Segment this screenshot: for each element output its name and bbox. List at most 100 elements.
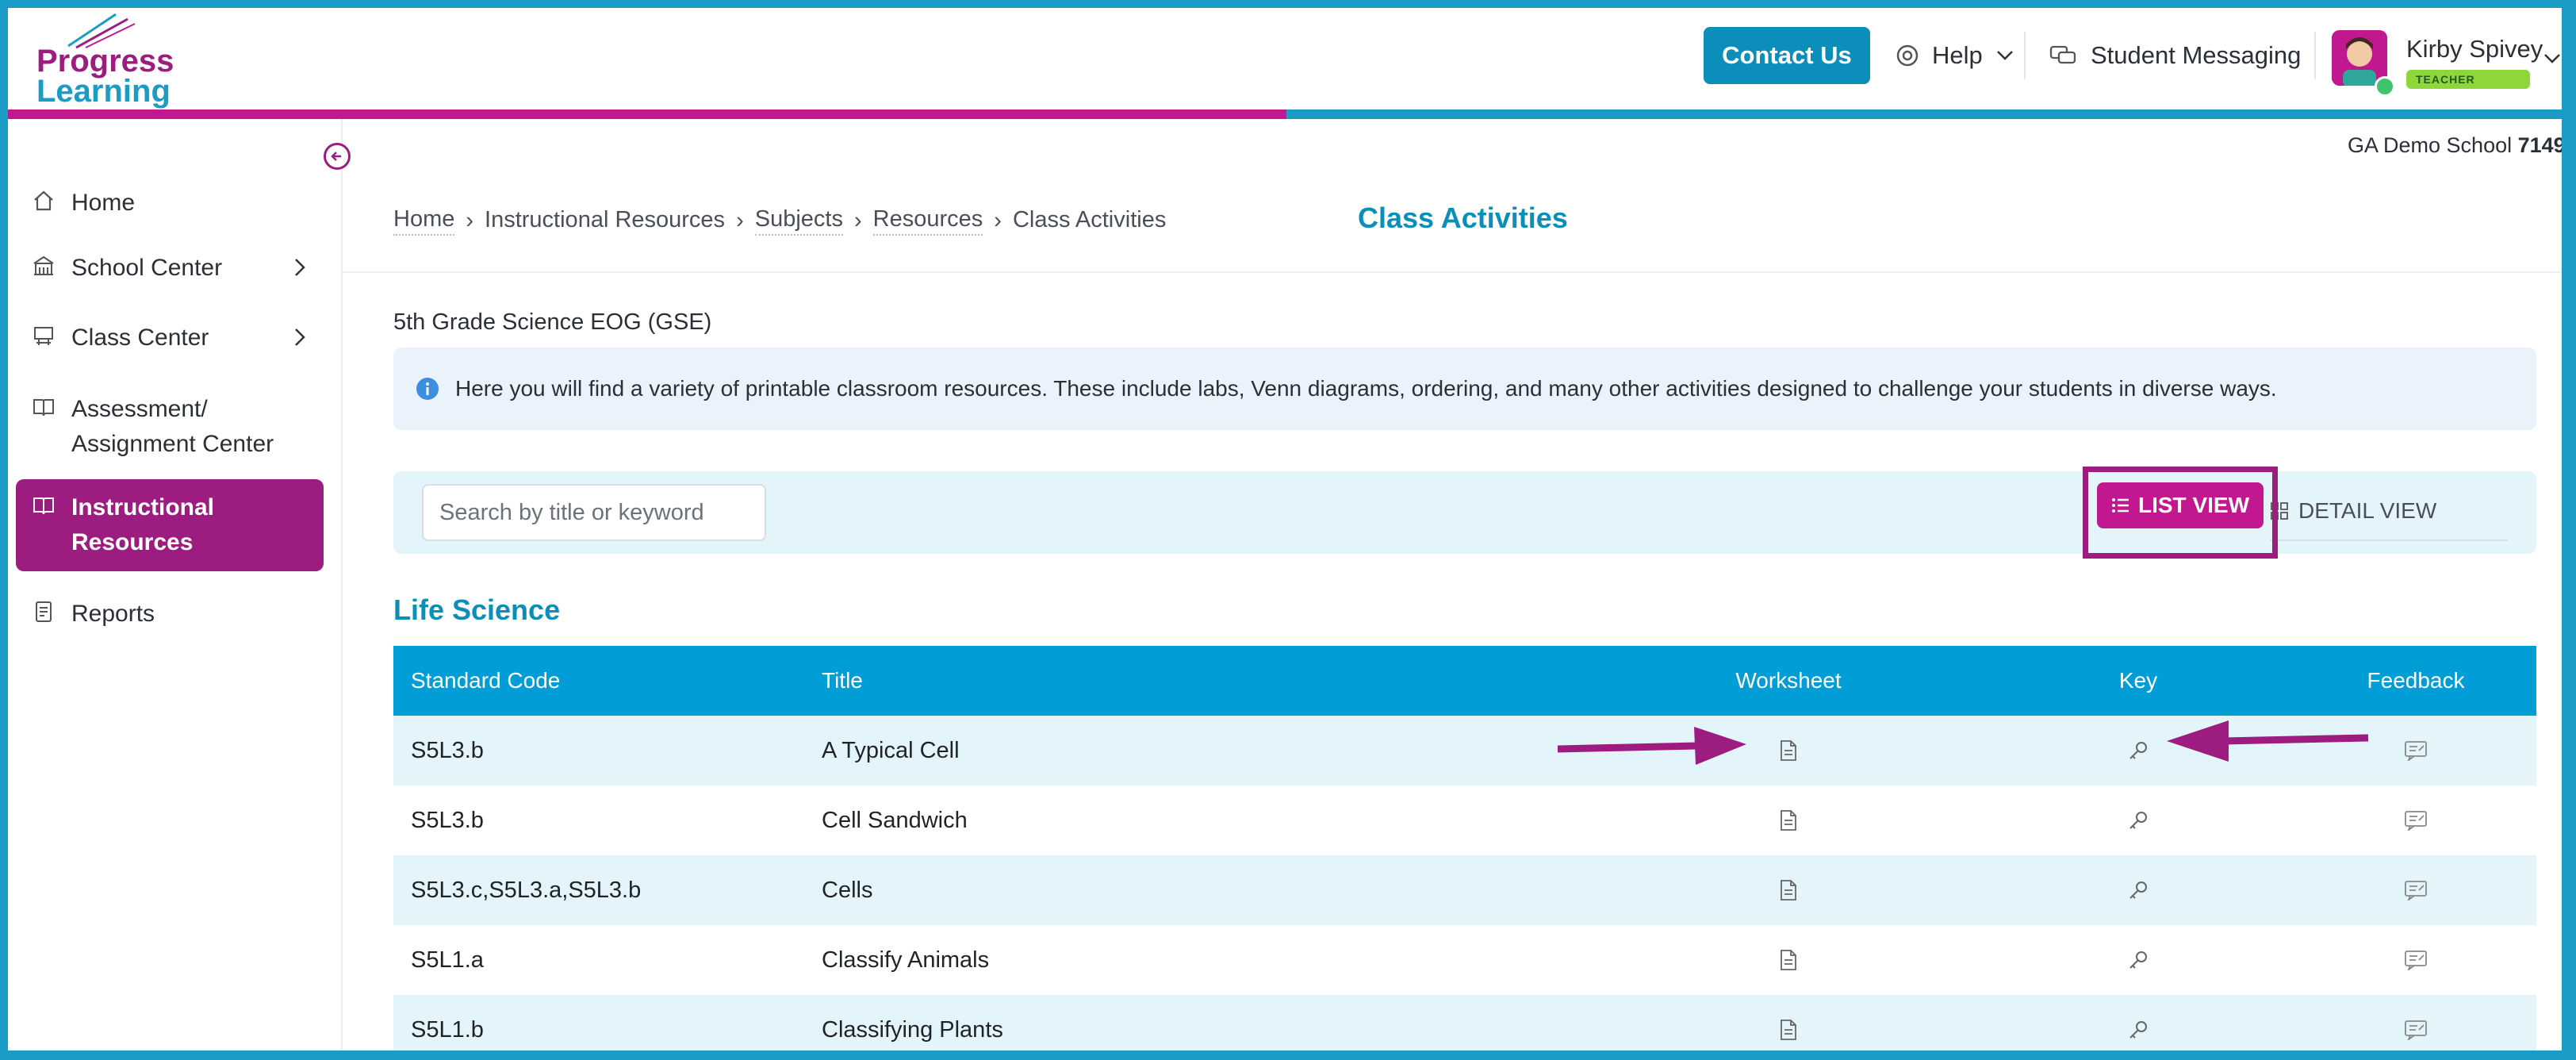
worksheet-link[interactable] <box>1713 949 1864 971</box>
school-icon <box>33 255 54 275</box>
sidebar-item-class-center[interactable]: Class Center <box>16 321 324 355</box>
list-view-button[interactable]: LIST VIEW <box>2097 482 2264 528</box>
breadcrumb-subjects[interactable]: Subjects <box>754 206 843 236</box>
sidebar-item-label: Instructional Resources <box>71 494 215 555</box>
home-icon <box>34 190 53 211</box>
messaging-label: Student Messaging <box>2091 41 2302 69</box>
info-text: Here you will find a variety of printabl… <box>455 376 2277 401</box>
arrow-to-key-icon <box>2167 720 2369 762</box>
class-icon <box>34 327 53 345</box>
document-icon <box>1781 810 1796 831</box>
worksheet-link[interactable] <box>1713 879 1864 901</box>
feedback-icon <box>2405 811 2427 831</box>
progress-learning-logo[interactable]: Progress Learning <box>21 11 174 107</box>
worksheet-link[interactable] <box>1713 1019 1864 1041</box>
info-icon <box>416 378 439 400</box>
search-input[interactable] <box>422 484 766 541</box>
breadcrumb-bar: Home › Instructional Resources › Subject… <box>343 182 2562 273</box>
header-title: Title <box>822 668 863 693</box>
chevron-right-icon <box>295 328 305 346</box>
key-icon <box>2129 881 2147 899</box>
answer-key-link[interactable] <box>2091 1019 2186 1041</box>
key-icon <box>2129 1021 2147 1039</box>
breadcrumb-separator: › <box>466 208 474 233</box>
feedback-link[interactable] <box>2344 950 2487 970</box>
table-row: S5L1.b Classifying Plants <box>393 995 2536 1050</box>
table-row: S5L1.a Classify Animals <box>393 925 2536 995</box>
chevron-right-icon <box>295 259 305 276</box>
help-menu[interactable]: Help <box>1896 32 2014 79</box>
worksheet-link[interactable] <box>1713 809 1864 831</box>
table-header: Standard Code Title Worksheet Key Feedba… <box>393 646 2536 716</box>
header-divider <box>2314 32 2316 79</box>
sidebar-item-reports[interactable]: Reports <box>16 597 324 632</box>
chat-icon <box>2049 45 2076 64</box>
document-icon <box>1781 1020 1796 1040</box>
brand-strip <box>8 109 2562 119</box>
breadcrumb-home[interactable]: Home <box>393 206 455 236</box>
feedback-icon <box>2405 951 2427 970</box>
school-id: 7149 <box>2517 133 2562 157</box>
header-feedback: Feedback <box>2367 668 2465 693</box>
open-book-icon <box>33 497 54 515</box>
header-divider <box>2024 32 2026 79</box>
standard-code: S5L1.a <box>411 947 484 973</box>
standard-code: S5L3.c,S5L3.a,S5L3.b <box>411 877 642 903</box>
logo-line-1: Progress <box>36 44 174 79</box>
sidebar-item-school-center[interactable]: School Center <box>16 251 324 286</box>
document-icon <box>1781 880 1796 901</box>
student-messaging-link[interactable]: Student Messaging <box>2049 32 2301 79</box>
header-key: Key <box>2118 668 2158 693</box>
activity-title: Classify Animals <box>822 947 990 973</box>
user-role-badge: TEACHER <box>2406 70 2530 89</box>
feedback-icon <box>2405 1020 2427 1040</box>
user-menu[interactable]: Kirby Spivey TEACHER <box>2327 21 2562 97</box>
sidebar-item-home[interactable]: Home <box>16 186 324 221</box>
feedback-link[interactable] <box>2344 880 2487 901</box>
key-icon <box>2129 951 2147 969</box>
breadcrumb-resources[interactable]: Resources <box>872 206 983 236</box>
feedback-link[interactable] <box>2344 810 2487 831</box>
detail-view-button[interactable]: DETAIL VIEW <box>2270 482 2508 541</box>
table-row: S5L3.c,S5L3.a,S5L3.b Cells <box>393 855 2536 925</box>
activity-title: Classifying Plants <box>822 1016 1003 1043</box>
activity-title: A Typical Cell <box>822 737 960 763</box>
breadcrumb-separator: › <box>853 208 862 233</box>
answer-key-link[interactable] <box>2091 879 2186 901</box>
chevron-down-icon <box>1996 51 2013 60</box>
document-icon <box>1781 950 1796 970</box>
help-label: Help <box>1932 41 1983 69</box>
standard-code: S5L1.b <box>411 1016 484 1043</box>
app-window: Progress Learning Contact Us Help Studen… <box>8 8 2562 1050</box>
book-icon <box>33 399 54 417</box>
activities-table: Standard Code Title Worksheet Key Feedba… <box>393 646 2536 1050</box>
school-name: GA Demo School <box>2348 133 2513 157</box>
user-name: Kirby Spivey <box>2406 35 2543 63</box>
feedback-link[interactable] <box>2344 1020 2487 1040</box>
breadcrumb: Home › Instructional Resources › Subject… <box>393 206 1166 236</box>
sidebar-item-label: Reports <box>71 601 155 627</box>
list-view-label: LIST VIEW <box>2138 493 2249 517</box>
breadcrumb-separator: › <box>736 208 744 233</box>
standard-code: S5L3.b <box>411 807 484 833</box>
sidebar-item-label: Assessment/ Assignment Center <box>71 396 274 457</box>
feedback-icon <box>2405 741 2427 761</box>
document-icon <box>1781 740 1796 761</box>
answer-key-link[interactable] <box>2091 809 2186 831</box>
activity-title: Cell Sandwich <box>822 807 968 833</box>
header-worksheet: Worksheet <box>1735 668 1842 693</box>
lifebuoy-icon <box>1896 44 1919 67</box>
collapse-sidebar-button[interactable] <box>324 143 351 170</box>
header-standard-code: Standard Code <box>411 668 561 693</box>
arrow-left-icon <box>331 152 341 161</box>
activity-title: Cells <box>822 877 873 903</box>
contact-us-button[interactable]: Contact Us <box>1704 27 1870 84</box>
resource-toolbar: LIST VIEW DETAIL VIEW <box>393 467 2536 559</box>
report-icon <box>36 601 52 622</box>
sidebar-item-instructional-resources[interactable]: Instructional Resources <box>16 479 324 571</box>
breadcrumb-instructional-resources[interactable]: Instructional Resources <box>485 207 725 235</box>
breadcrumb-separator: › <box>994 208 1002 233</box>
answer-key-link[interactable] <box>2091 949 2186 971</box>
sidebar-item-assessment-center[interactable]: Assessment/ Assignment Center <box>16 392 286 462</box>
logo-line-2: Learning <box>36 74 171 109</box>
